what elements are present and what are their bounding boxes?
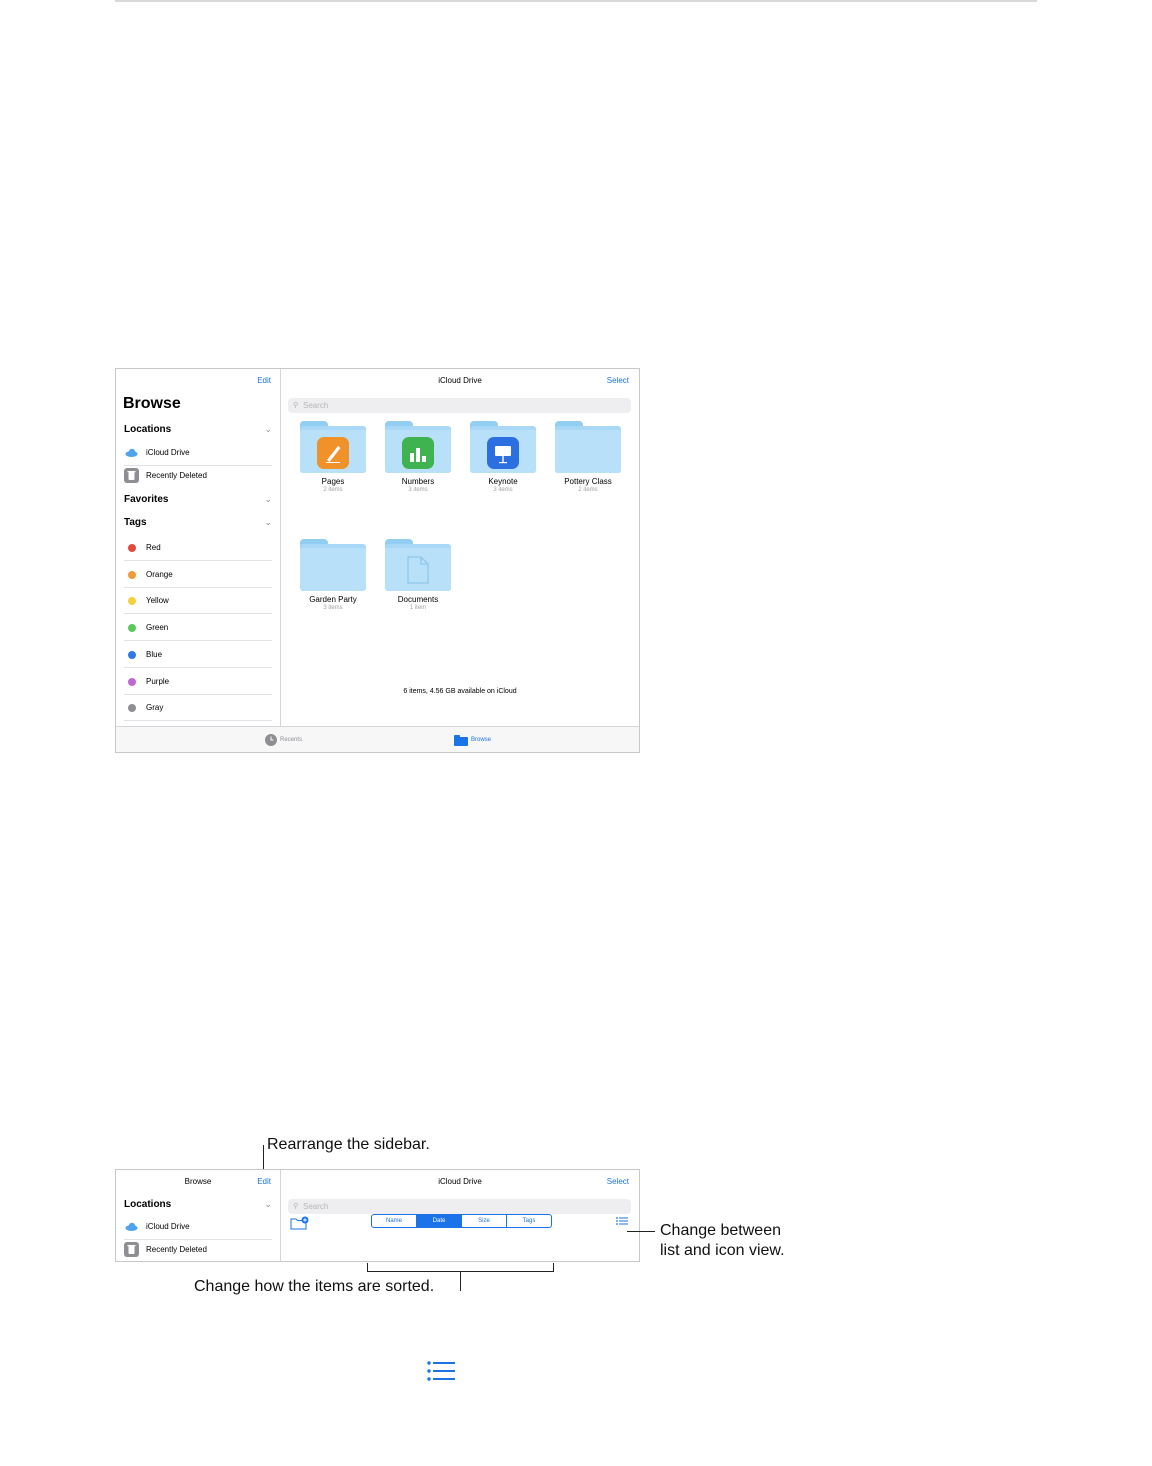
callout-rearrange: Rearrange the sidebar. — [267, 1136, 430, 1153]
sidebar-item-label: iCloud Drive — [146, 1222, 190, 1231]
search-input[interactable]: ⚲ Search — [288, 1199, 631, 1214]
locations-header[interactable]: Locations — [124, 1199, 171, 1210]
callout-line — [460, 1271, 461, 1291]
keynote-icon — [487, 437, 519, 469]
sort-option-size[interactable]: Size — [462, 1215, 507, 1227]
folder-garden-party[interactable] — [300, 539, 366, 591]
tag-color-dot — [128, 624, 136, 633]
chevron-down-icon[interactable]: ⌄ — [264, 424, 272, 435]
folder-name: Documents — [397, 595, 439, 604]
chevron-down-icon[interactable]: ⌄ — [264, 1199, 272, 1210]
select-button[interactable]: Select — [607, 376, 629, 385]
sidebar-item-tag-red[interactable]: Red — [124, 535, 272, 561]
sidebar-item-tag-gray[interactable]: Gray — [124, 695, 272, 722]
trash-icon — [124, 468, 139, 483]
sidebar-item-label: Gray — [146, 703, 164, 713]
clock-icon — [265, 734, 277, 746]
sidebar-item-label: iCloud Drive — [146, 448, 190, 457]
sort-option-name[interactable]: Name — [372, 1215, 417, 1227]
search-input[interactable]: ⚲ Search — [288, 398, 631, 413]
folder-pottery-class[interactable] — [555, 421, 621, 473]
callout-sort: Change how the items are sorted. — [194, 1278, 435, 1295]
sidebar-item-label: Red — [146, 543, 161, 552]
folder-documents[interactable] — [385, 539, 451, 591]
numbers-icon — [402, 437, 434, 469]
sidebar-item-tag-yellow[interactable]: Yellow — [124, 588, 272, 615]
select-button[interactable]: Select — [607, 1177, 629, 1186]
sidebar: Edit Browse Locations ⌄ iCloud Drive Rec… — [116, 369, 281, 752]
edit-button[interactable]: Edit — [257, 1177, 271, 1186]
sidebar-item-label: Orange — [146, 569, 173, 579]
sidebar-item-tag-purple[interactable]: Purple — [124, 669, 272, 695]
tag-color-dot — [128, 597, 136, 606]
tag-color-dot — [128, 704, 136, 713]
sidebar-item-label: Purple — [146, 676, 170, 686]
tag-color-dot — [128, 570, 136, 579]
search-icon: ⚲ — [293, 402, 299, 409]
sort-segmented-control[interactable]: Name Date Size Tags — [371, 1214, 552, 1228]
folder-pages[interactable] — [300, 421, 366, 473]
edit-button[interactable]: Edit — [257, 376, 271, 385]
tag-color-dot — [128, 650, 136, 659]
search-icon: ⚲ — [293, 1203, 299, 1210]
sidebar-item-label: Recently Deleted — [146, 471, 207, 480]
locations-header[interactable]: Locations — [124, 424, 171, 435]
cloud-icon — [125, 1222, 138, 1231]
sort-option-tags[interactable]: Tags — [507, 1215, 551, 1227]
sidebar-item-recently-deleted[interactable]: Recently Deleted — [124, 1237, 272, 1261]
sidebar-item-tag-orange[interactable]: Orange — [124, 562, 272, 588]
trash-icon — [124, 1242, 139, 1257]
folder-keynote[interactable] — [470, 421, 536, 473]
page-title: iCloud Drive — [438, 376, 482, 385]
top-divider — [115, 0, 1037, 2]
sidebar-item-tag-green[interactable]: Green — [124, 615, 272, 642]
main-content: iCloud Drive Select ⚲ Search Pages 2 item… — [281, 369, 639, 752]
sidebar-item-label: Recently Deleted — [146, 1245, 207, 1254]
sidebar-title: Browse — [123, 395, 181, 412]
favorites-header[interactable]: Favorites — [124, 494, 168, 505]
page-title: iCloud Drive — [438, 1177, 482, 1186]
sidebar: Browse Edit Locations ⌄ iCloud Drive Rec… — [116, 1170, 281, 1261]
sidebar-item-recently-deleted[interactable]: Recently Deleted — [124, 463, 272, 489]
tab-bar: Recents Browse — [116, 726, 639, 752]
tags-header[interactable]: Tags — [124, 517, 147, 528]
folder-numbers[interactable] — [385, 421, 451, 473]
list-view-icon[interactable] — [616, 1217, 628, 1225]
sidebar-title: Browse — [184, 1177, 212, 1186]
chevron-down-icon[interactable]: ⌄ — [264, 517, 272, 528]
files-browse-screen: Edit Browse Locations ⌄ iCloud Drive Rec… — [115, 368, 640, 753]
main-content: iCloud Drive Select ⚲ Search Name Date Siz… — [281, 1170, 639, 1261]
sidebar-item-label: Yellow — [146, 596, 169, 606]
sidebar-item-label: Blue — [146, 649, 163, 659]
tag-color-dot — [128, 544, 136, 552]
pages-icon — [317, 437, 349, 469]
storage-status: 6 items, 4.56 GB available on iCloud — [403, 688, 517, 695]
callout-change-view: Change between list and icon view. — [660, 1222, 785, 1259]
sort-option-date[interactable]: Date — [417, 1215, 462, 1227]
folder-item-count: 2 items — [578, 487, 598, 493]
new-folder-icon[interactable] — [290, 1216, 310, 1230]
cloud-icon — [125, 448, 138, 457]
chevron-down-icon[interactable]: ⌄ — [264, 494, 272, 505]
folder-item-count: 1 item — [409, 605, 427, 611]
list-view-icon — [427, 1361, 455, 1381]
document-icon — [407, 556, 429, 589]
callout-line — [627, 1231, 655, 1232]
folder-name: Pottery Class — [564, 477, 612, 486]
sidebar-item-tag-blue[interactable]: Blue — [124, 642, 272, 668]
files-toolbar-screen: Browse Edit Locations ⌄ iCloud Drive Rec… — [115, 1169, 640, 1262]
folder-icon — [454, 735, 468, 746]
tag-color-dot — [128, 677, 136, 686]
sidebar-item-label: Green — [146, 623, 169, 633]
